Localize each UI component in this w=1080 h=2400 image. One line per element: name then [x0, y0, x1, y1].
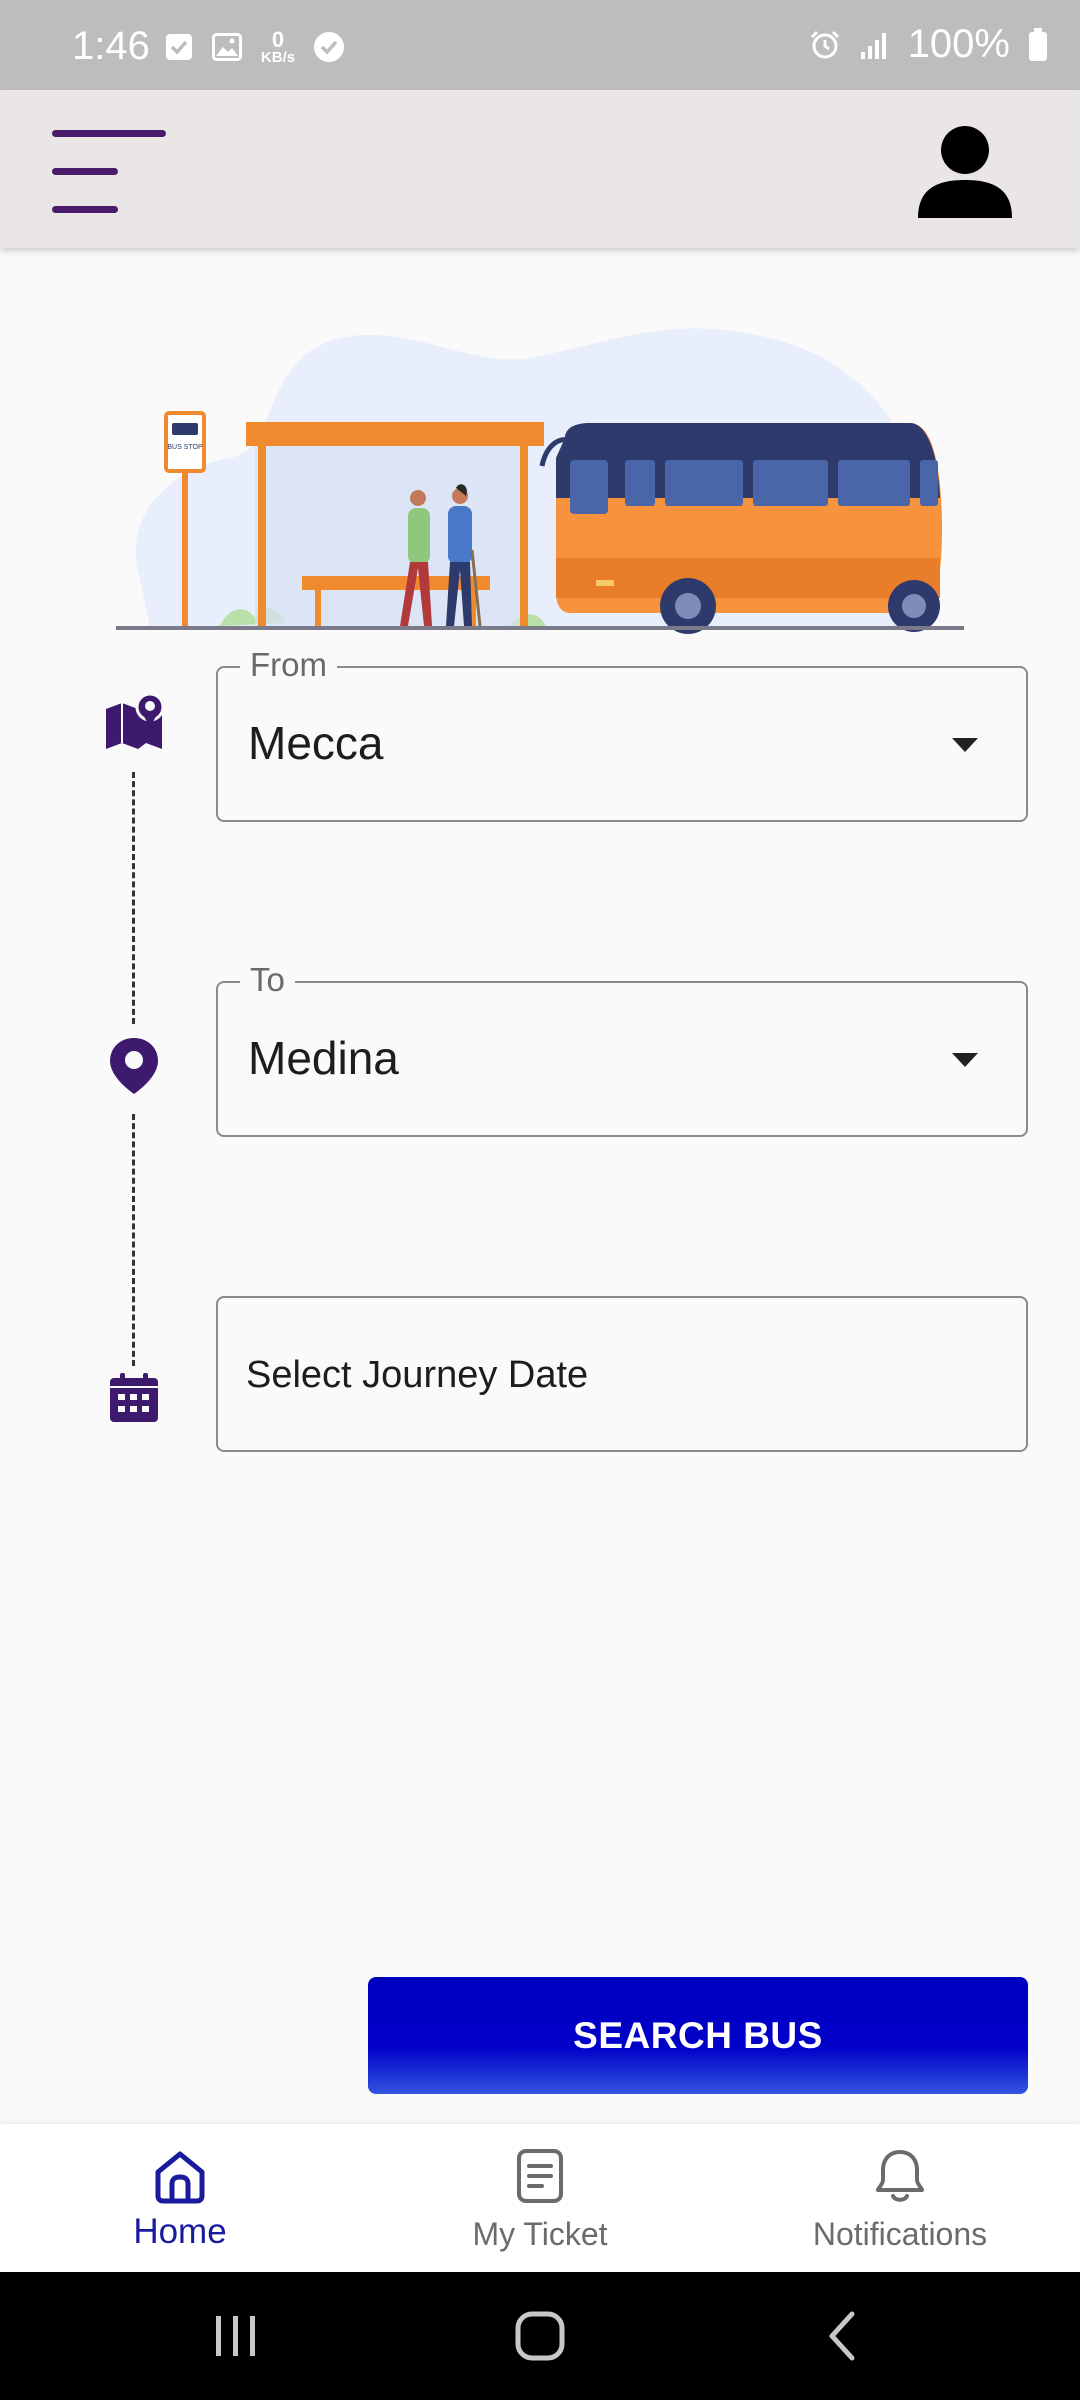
- journey-date-field[interactable]: Select Journey Date: [216, 1296, 1028, 1452]
- recent-apps-icon[interactable]: [196, 2302, 276, 2370]
- back-icon[interactable]: [804, 2302, 884, 2370]
- journey-date-placeholder: Select Journey Date: [246, 1354, 589, 1396]
- checkbox-notification-icon: [162, 30, 196, 64]
- status-time: 1:46: [72, 24, 150, 68]
- dropdown-arrow-icon[interactable]: [952, 738, 978, 752]
- bus-stop-illustration: BUS STOP: [110, 318, 970, 638]
- home-button-icon[interactable]: [500, 2302, 580, 2370]
- nav-my-ticket-label: My Ticket: [472, 2216, 608, 2252]
- nav-my-ticket[interactable]: My Ticket: [360, 2124, 720, 2272]
- bell-icon: [870, 2146, 930, 2206]
- location-pin-icon: [108, 1036, 160, 1096]
- app-bar: [0, 90, 1080, 248]
- from-value: Mecca: [248, 717, 384, 769]
- from-dropdown[interactable]: From Mecca: [216, 646, 1028, 822]
- from-label: From: [240, 646, 337, 684]
- network-speed-indicator: 0 KB/s: [260, 26, 296, 66]
- system-navigation-bar: [0, 2272, 1080, 2400]
- calendar-icon: [108, 1372, 160, 1424]
- svg-text:BUS STOP: BUS STOP: [167, 444, 203, 451]
- nav-notifications[interactable]: Notifications: [720, 2124, 1080, 2272]
- map-icon: [102, 692, 166, 753]
- dropdown-arrow-icon[interactable]: [952, 1053, 978, 1067]
- bus: [539, 423, 942, 634]
- bottom-navigation: Home My Ticket Notifications: [0, 2124, 1080, 2272]
- ticket-icon: [510, 2146, 570, 2206]
- battery-level: 100%: [907, 22, 1010, 66]
- menu-icon[interactable]: [46, 130, 176, 216]
- to-value: Medina: [248, 1032, 399, 1084]
- status-right-icons: 100%: [808, 22, 1050, 67]
- to-dropdown[interactable]: To Medina: [216, 961, 1028, 1137]
- route-connector-2: [132, 1114, 135, 1366]
- to-label: To: [240, 961, 295, 999]
- alarm-icon: [808, 28, 842, 62]
- nav-home-label: Home: [133, 2212, 227, 2251]
- image-notification-icon: [210, 30, 244, 64]
- search-bus-button[interactable]: SEARCH BUS: [368, 1977, 1028, 2094]
- signal-icon: [858, 28, 892, 62]
- status-bar: 1:46 0 KB/s 100%: [0, 0, 1080, 90]
- route-connector-1: [132, 772, 135, 1024]
- nav-notifications-label: Notifications: [812, 2216, 988, 2252]
- home-icon: [150, 2146, 210, 2206]
- battery-icon: [1026, 27, 1050, 62]
- bus-shelter: [246, 422, 544, 628]
- check-circle-icon: [312, 30, 346, 64]
- person-icon[interactable]: [910, 116, 1020, 226]
- nav-home[interactable]: Home: [0, 2124, 360, 2272]
- status-left-icons: 0 KB/s: [162, 26, 346, 66]
